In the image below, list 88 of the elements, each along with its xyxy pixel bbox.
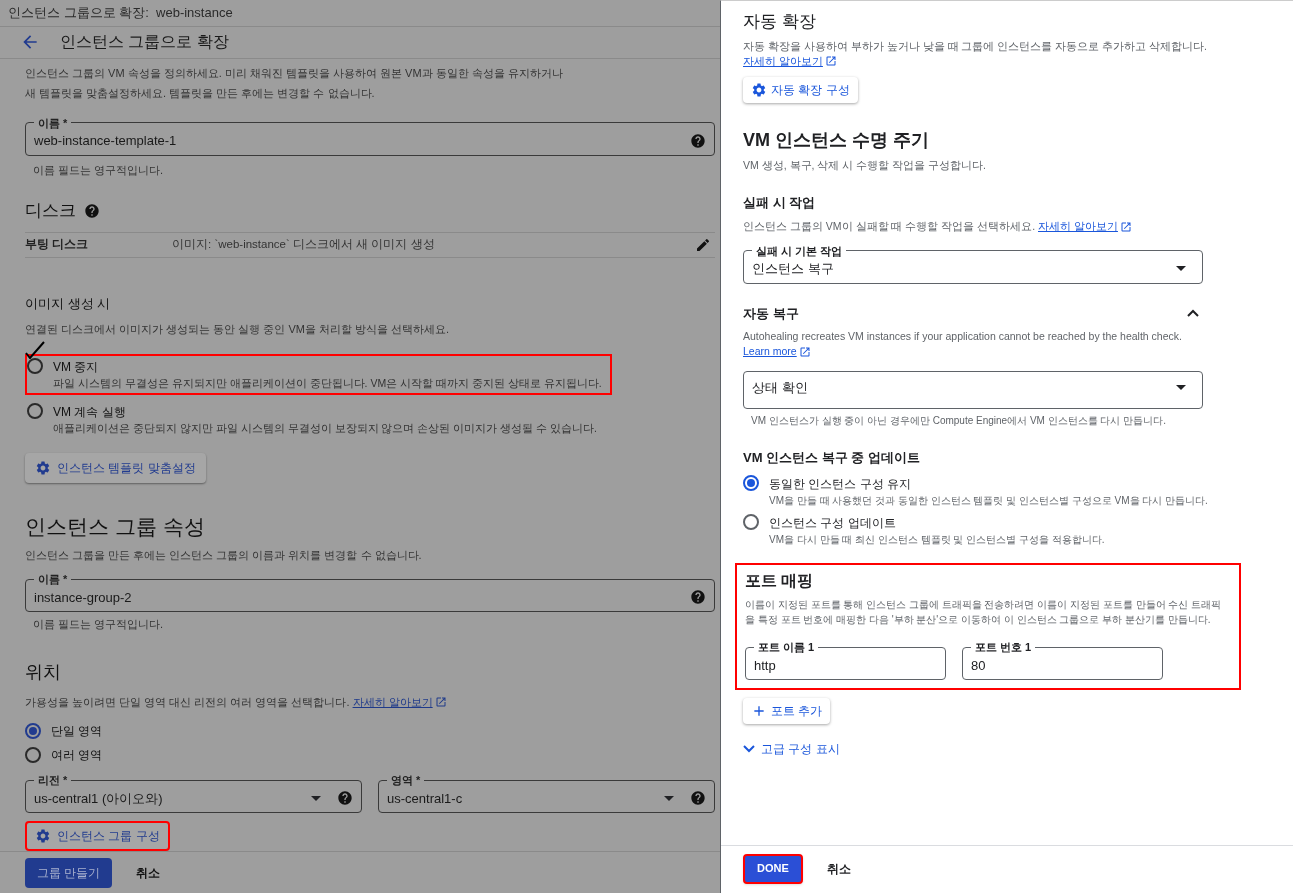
cancel-button[interactable]: 취소 (826, 859, 851, 878)
section-heading: 포트 매핑 (745, 571, 815, 591)
radio-button[interactable] (27, 403, 43, 420)
intro-text: 인스턴스 그룹의 VM 속성을 정의하세요. 미리 채워진 템플릿을 사용하여 원본 VM과 동일한 속성을 유지하거나 새 템플릿을 맞춤설정하세요. 템플릿을 만든 후에는 변경할 수 없습니다. (25, 65, 564, 101)
plus-icon (751, 703, 767, 719)
section-heading: 인스턴스 그룹 속성 (25, 514, 206, 541)
edit-icon[interactable] (695, 236, 711, 253)
chevron-up-icon[interactable] (1187, 309, 1199, 318)
select-field[interactable]: 영역 * us-central1-c (378, 772, 715, 814)
section-heading: 디스크 (25, 200, 76, 223)
gear-icon (35, 828, 51, 845)
gear-icon (751, 81, 767, 98)
radio-button[interactable] (25, 747, 41, 764)
section-description: 이름이 지정된 포트를 통해 인스턴스 그룹에 트래픽을 전송하려면 이름이 지정된 포트를 만들어 수신 트래픽을 특정 포트 번호에 매핑한 다음 '부하 분산'으로 이동하여 이 인스턴스 그룹으로 부하 분산기를 만듭니다. (745, 598, 1223, 627)
select-field[interactable]: 리전 * us-central1 (아이오와) (25, 772, 362, 814)
option-label: VM 계속 실행 (53, 404, 127, 422)
learn-more-link[interactable]: 자세히 알아보기 (352, 693, 447, 711)
helper-text: 이름 필드는 영구적입니다. (33, 617, 165, 633)
learn-more-link[interactable]: 자세히 알아보기 (1038, 218, 1132, 235)
done-button[interactable]: DONE (743, 853, 803, 884)
section-description: VM 생성, 복구, 삭제 시 수행할 작업을 구성합니다. (743, 157, 987, 173)
text-field[interactable]: 포트 이름 1 http (745, 639, 946, 680)
settings-button[interactable]: 인스턴스 그룹 구성 (25, 821, 170, 852)
section-description: 자동 확장을 사용하여 부하가 높거나 낮을 때 그룹에 인스턴스를 자동으로 추가하고 삭제합니다. 자세히 알아보기 (743, 38, 1208, 69)
row-label: 부팅 디스크 (25, 237, 90, 253)
option-label: VM 중지 (53, 358, 100, 376)
text-field[interactable]: 포트 번호 1 80 (962, 639, 1163, 680)
option-description: 파일 시스템의 무결성은 유지되지만 애플리케이션이 중단됩니다. VM은 시작할 때까지 중지된 상태로 유지됩니다. (53, 375, 602, 391)
subsection-heading: 실패 시 작업 (743, 194, 817, 213)
subsection-heading: VM 인스턴스 복구 중 업데이트 (743, 448, 921, 467)
field-label: 실패 시 기본 작업 (755, 243, 844, 259)
option-label: 동일한 인스턴스 구성 유지 (769, 476, 912, 493)
page-title: 인스턴스 그룹으로 확장 (60, 32, 229, 53)
field-label: 포트 이름 1 (757, 640, 816, 655)
help-icon[interactable] (690, 132, 706, 149)
external-link-icon (824, 55, 837, 67)
subsection-heading: 이미지 생성 시 (25, 294, 112, 313)
option-description: VM을 만들 때 사용했던 것과 동일한 인스턴스 템플릿 및 인스턴스별 구성으로 VM을 다시 만듭니다. (769, 494, 1208, 508)
autoscaling-button[interactable]: 자동 확장 구성 (743, 76, 858, 103)
help-icon[interactable] (690, 589, 706, 606)
advanced-toggle[interactable]: 고급 구성 표시 (743, 740, 840, 758)
section-description: 연결된 디스크에서 이미지가 생성되는 동안 실행 중인 VM을 처리할 방식을 선택하세요. (25, 322, 451, 338)
field-label: 리전 * (37, 773, 69, 789)
option-description: VM을 다시 만들 때 최신 인스턴스 템플릿 및 인스턴스별 구성을 적용합니다. (769, 533, 1105, 547)
window-title: 인스턴스 그룹으로 확장: web-instance (8, 4, 233, 23)
section-heading: VM 인스턴스 수명 주기 (743, 128, 930, 152)
help-icon[interactable] (690, 790, 706, 807)
learn-more-link[interactable]: Learn more (743, 344, 811, 359)
radio-button[interactable] (743, 514, 759, 530)
row-value: 이미지: `web-instance` 디스크에서 새 이미지 생성 (172, 237, 436, 253)
chevron-down-icon (743, 745, 755, 753)
create-group-button[interactable]: 그룹 만들기 (25, 857, 113, 888)
subsection-heading: 자동 복구 (743, 304, 799, 323)
option-description: 애플리케이션은 중단되지 않지만 파일 시스템의 무결성이 보장되지 않으며 손상된 이미지가 생성될 수 있습니다. (53, 421, 597, 437)
external-link-icon (798, 345, 811, 358)
learn-more-link[interactable]: 자세히 알아보기 (743, 53, 837, 69)
settings-button[interactable]: 인스턴스 템플릿 맞춤설정 (25, 453, 206, 484)
section-heading: 위치 (25, 660, 62, 684)
external-link-icon (1119, 220, 1132, 233)
radio-button[interactable] (743, 475, 759, 491)
helper-text: VM 인스턴스가 실행 중이 아닌 경우에만 Compute Engine에서 VM 인스턴스를 다시 만듭니다. (751, 413, 1168, 428)
gear-icon (35, 460, 51, 477)
section-description: 인스턴스 그룹의 VM이 실패할 때 수행할 작업을 선택하세요. 자세히 알아보기 (743, 218, 1233, 235)
dropdown-arrow-icon (311, 795, 321, 801)
option-label: 인스턴스 구성 업데이트 (769, 515, 897, 532)
section-heading: 자동 확장 (743, 11, 817, 33)
option-label: 여러 영역 (51, 747, 103, 765)
dropdown-arrow-icon (1176, 385, 1186, 391)
dropdown-arrow-icon (664, 795, 674, 801)
help-icon[interactable] (84, 202, 100, 219)
section-description: 가용성을 높이려면 단일 영역 대신 리전의 여러 영역을 선택합니다. 자세히 알아보기 (25, 693, 715, 711)
field-label: 포트 번호 1 (974, 640, 1033, 655)
radio-button[interactable] (27, 357, 43, 374)
select-field[interactable]: 상태 확인 (743, 371, 1203, 409)
section-description: 인스턴스 그룹을 만든 후에는 인스턴스 그룹의 이름과 위치를 변경할 수 없습니다. (25, 547, 423, 563)
field-label: 이름 * (37, 115, 69, 131)
external-link-icon (434, 695, 447, 708)
cancel-button[interactable]: 취소 (136, 863, 161, 882)
field-label: 영역 * (390, 773, 422, 789)
add-port-button[interactable]: 포트 추가 (743, 698, 831, 724)
field-label: 이름 * (37, 572, 69, 588)
helper-text: 이름 필드는 영구적입니다. (33, 162, 165, 178)
radio-button[interactable] (25, 723, 41, 740)
section-description: Autohealing recreates VM instances if your application cannot be reached by the health check. Learn more (743, 329, 1183, 359)
dropdown-arrow-icon (1176, 266, 1186, 272)
option-label: 단일 영역 (51, 723, 103, 741)
help-icon[interactable] (337, 790, 353, 807)
text-field[interactable]: 이름 * instance-group-2 (25, 571, 715, 613)
